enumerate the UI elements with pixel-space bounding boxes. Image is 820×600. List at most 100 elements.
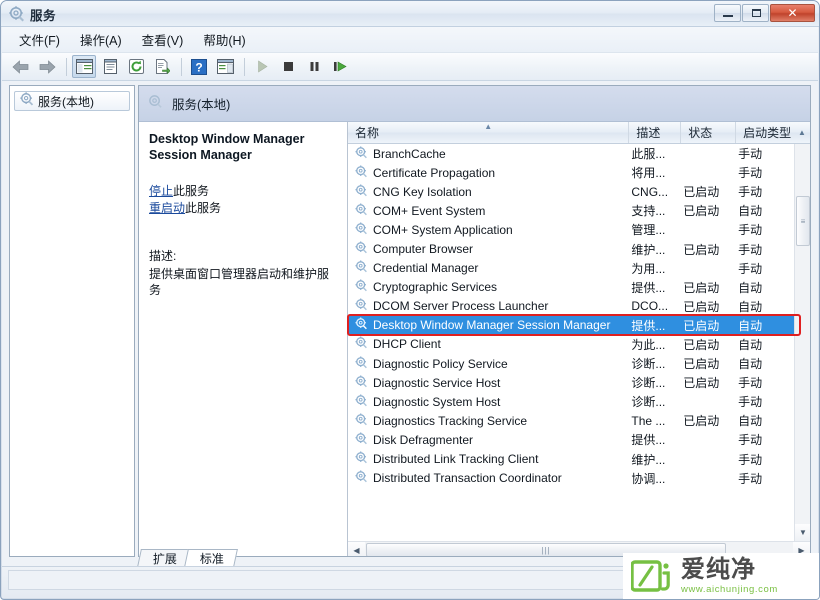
maximize-button[interactable]: [742, 4, 769, 22]
menu-file[interactable]: 文件(F): [10, 27, 69, 52]
service-gear-icon: [355, 203, 368, 219]
menu-view[interactable]: 查看(V): [133, 27, 193, 52]
vertical-scrollbar-thumb[interactable]: ≡: [796, 196, 810, 246]
table-row[interactable]: DHCP Client 为此... 已启动 自动: [348, 335, 794, 354]
service-name-cell: Diagnostic System Host: [348, 394, 629, 410]
show-action-pane-icon[interactable]: [213, 55, 237, 78]
table-row[interactable]: Desktop Window Manager Session Manager 提供…: [348, 315, 794, 335]
table-row[interactable]: Diagnostics Tracking Service The ... 已启动 自动: [348, 411, 794, 430]
table-row[interactable]: Certificate Propagation 将用... 手动: [348, 163, 794, 182]
service-description-cell: 协调...: [631, 471, 666, 486]
service-startup-type-cell: 手动: [738, 261, 763, 276]
service-startup-type-cell: 手动: [738, 471, 763, 486]
service-status-cell: 已启动: [683, 376, 720, 391]
table-row[interactable]: BranchCache 此服... 手动: [348, 144, 794, 163]
service-status-cell: 已启动: [683, 318, 720, 333]
tree-node-label: 服务(本地): [38, 94, 94, 109]
title-bar: 服务 ✕: [1, 1, 819, 27]
service-name-text: Disk Defragmenter: [373, 432, 474, 447]
tree-node-services-local[interactable]: 服务(本地): [14, 91, 130, 111]
properties-icon[interactable]: [98, 55, 122, 78]
column-header-status[interactable]: 状态: [681, 122, 737, 143]
stop-service-icon[interactable]: [276, 55, 300, 78]
service-name-text: CNG Key Isolation: [373, 184, 472, 199]
service-description-cell: 提供...: [631, 318, 666, 333]
tab-standard[interactable]: 标准: [184, 549, 238, 567]
table-row[interactable]: CNG Key Isolation CNG... 已启动 手动: [348, 182, 794, 201]
scroll-up-arrow-icon[interactable]: ▲: [794, 122, 810, 143]
column-header-name-label: 名称: [355, 126, 380, 140]
close-button[interactable]: ✕: [770, 4, 815, 22]
table-row[interactable]: Disk Defragmenter 提供... 手动: [348, 430, 794, 449]
service-startup-type-cell: 自动: [738, 318, 763, 333]
service-startup-type-cell: 自动: [738, 414, 763, 429]
table-row[interactable]: COM+ Event System 支持... 已启动 自动: [348, 201, 794, 220]
refresh-icon[interactable]: [124, 55, 148, 78]
service-name-text: Credential Manager: [373, 261, 479, 276]
toolbar-separator-2: [181, 57, 182, 76]
back-icon[interactable]: [9, 55, 33, 78]
aichunjing-logo-icon: [630, 557, 671, 595]
table-row[interactable]: Diagnostic Policy Service 诊断... 已启动 自动: [348, 354, 794, 373]
table-row[interactable]: Diagnostic Service Host 诊断... 已启动 手动: [348, 373, 794, 392]
service-gear-icon: [355, 146, 368, 162]
service-gear-icon: [355, 336, 368, 352]
service-startup-type-cell: 手动: [738, 376, 763, 391]
service-description-cell: 维护...: [631, 452, 666, 467]
table-row[interactable]: COM+ System Application 管理... 手动: [348, 220, 794, 239]
restart-service-link[interactable]: 重启动此服务: [149, 200, 337, 217]
scroll-left-arrow-icon[interactable]: ◀: [348, 542, 365, 556]
table-row[interactable]: Credential Manager 为用... 手动: [348, 259, 794, 278]
export-list-icon[interactable]: [150, 55, 174, 78]
service-description-cell: The ...: [631, 413, 666, 428]
service-name-cell: BranchCache: [348, 146, 629, 162]
window-controls: ✕: [714, 4, 815, 22]
forward-icon[interactable]: [35, 55, 59, 78]
minimize-button[interactable]: [714, 4, 741, 22]
service-name-cell: Cryptographic Services: [348, 279, 629, 295]
tab-extended[interactable]: 扩展: [137, 549, 191, 567]
table-row[interactable]: Distributed Transaction Coordinator 协调...…: [348, 469, 794, 488]
content-header: 服务(本地): [139, 86, 810, 122]
service-startup-type-cell: 手动: [738, 242, 763, 257]
column-header-name[interactable]: 名称 ▲: [348, 122, 630, 143]
stop-service-link[interactable]: 停止此服务: [149, 183, 337, 200]
table-row[interactable]: DCOM Server Process Launcher DCO... 已启动 自动: [348, 297, 794, 316]
table-row[interactable]: Distributed Link Tracking Client 维护... 手动: [348, 450, 794, 469]
column-header-description-label: 描述: [636, 126, 661, 140]
vertical-scrollbar[interactable]: ≡ ▼: [794, 144, 810, 541]
table-row[interactable]: Computer Browser 维护... 已启动 手动: [348, 239, 794, 258]
service-name-cell: Credential Manager: [348, 260, 629, 276]
service-startup-type-cell: 手动: [738, 185, 763, 200]
menu-bar: 文件(F) 操作(A) 查看(V) 帮助(H): [2, 27, 818, 53]
service-status-cell: 已启动: [683, 280, 720, 295]
service-gear-icon: [355, 241, 368, 257]
watermark-text: 爱纯净 www.aichunjing.com: [681, 557, 778, 595]
restart-service-icon[interactable]: [328, 55, 352, 78]
sort-ascending-icon: ▲: [484, 122, 493, 131]
scroll-down-arrow-icon[interactable]: ▼: [795, 524, 810, 541]
column-header-startup-type[interactable]: 启动类型: [736, 122, 794, 143]
service-startup-type-cell: 自动: [738, 204, 763, 219]
service-description-cell: 诊断...: [631, 395, 666, 410]
service-name-text: Cryptographic Services: [373, 280, 498, 295]
service-name-cell: Diagnostic Policy Service: [348, 356, 629, 372]
start-service-icon[interactable]: [250, 55, 274, 78]
column-header-startup-type-label: 启动类型: [743, 126, 792, 140]
pause-service-icon[interactable]: [302, 55, 326, 78]
service-name-text: Diagnostics Tracking Service: [373, 413, 528, 428]
service-description-cell: 诊断...: [631, 376, 666, 391]
menu-action[interactable]: 操作(A): [71, 27, 131, 52]
service-gear-icon: [355, 260, 368, 276]
show-hide-tree-icon[interactable]: [72, 55, 96, 78]
column-header-description[interactable]: 描述: [629, 122, 682, 143]
service-startup-type-cell: 手动: [738, 223, 763, 238]
service-name-cell: Disk Defragmenter: [348, 432, 629, 448]
help-icon[interactable]: ?: [187, 55, 211, 78]
service-description-cell: 维护...: [631, 242, 666, 257]
table-row[interactable]: Diagnostic System Host 诊断... 手动: [348, 392, 794, 411]
table-row[interactable]: Cryptographic Services 提供... 已启动 自动: [348, 278, 794, 297]
menu-help[interactable]: 帮助(H): [194, 27, 254, 52]
toolbar-separator: [66, 57, 67, 76]
service-gear-icon: [355, 165, 368, 181]
